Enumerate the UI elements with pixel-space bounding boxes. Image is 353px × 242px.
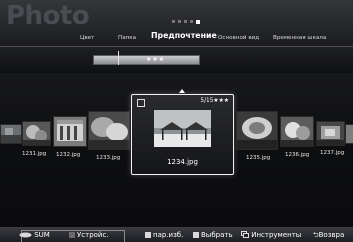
sum-device-icon xyxy=(19,232,32,237)
thumbnail[interactable] xyxy=(345,124,353,144)
page-dot xyxy=(190,20,193,23)
focused-photo xyxy=(154,110,211,147)
tab-folder[interactable]: Папка xyxy=(118,33,136,43)
thumbnail[interactable] xyxy=(280,116,314,147)
thumbnail-label: 1232.jpg xyxy=(56,152,81,158)
page-dot xyxy=(172,20,175,23)
beach-photo-icon xyxy=(154,110,211,147)
up-arrow-icon[interactable] xyxy=(179,89,185,93)
thumbnail[interactable] xyxy=(316,121,345,146)
tab-basic-view[interactable]: Основной вид xyxy=(218,33,259,43)
thumbnail[interactable] xyxy=(0,124,22,144)
photo-thumbnail-icon xyxy=(54,117,86,146)
page-dot-active xyxy=(196,19,200,24)
return-button[interactable]: ⮌Возвра xyxy=(313,230,344,240)
thumbnail[interactable] xyxy=(88,111,130,150)
thumbnail-label: 1233.jpg xyxy=(96,155,121,161)
sort-bar-label: ★★★ xyxy=(146,56,166,63)
photo-thumbnail-icon xyxy=(281,117,313,146)
tab-timeline[interactable]: Временная шкала xyxy=(273,33,326,43)
tab-preference[interactable]: Предпочтение xyxy=(151,31,217,41)
focused-thumbnail-card[interactable]: 5/15★★★ 1234.jpg xyxy=(131,94,234,175)
thumbnail[interactable] xyxy=(236,111,278,150)
select-button[interactable]: Выбрать xyxy=(193,230,233,240)
page-dot xyxy=(184,20,187,23)
thumbnail-label: 1237.jpg xyxy=(320,150,345,156)
screen: Photo Цвет Папка Предпочтение Основной в… xyxy=(0,0,353,242)
photo-thumbnail-icon xyxy=(346,125,353,143)
device-label: Устройс. xyxy=(77,231,109,239)
select-checkbox[interactable] xyxy=(137,99,145,107)
tools-button[interactable]: Инструменты xyxy=(241,230,301,240)
photo-thumbnail-icon xyxy=(317,122,344,145)
select-page-label: пар.изб. xyxy=(153,231,184,239)
select-label: Выбрать xyxy=(201,231,233,239)
device-button[interactable]: Устройс. xyxy=(69,230,109,240)
tab-color[interactable]: Цвет xyxy=(80,33,94,43)
device-icon xyxy=(69,231,75,238)
thumbnail-label: 1231.jpg xyxy=(22,151,47,157)
page-dot xyxy=(178,20,181,23)
thumbnail-label: 1235.jpg xyxy=(246,155,271,161)
focused-filename: 1234.jpg xyxy=(167,158,198,166)
yellow-key-icon xyxy=(193,231,199,238)
select-page-button[interactable]: пар.изб. xyxy=(145,230,183,240)
sort-marker xyxy=(118,51,119,65)
thumbnail[interactable] xyxy=(53,116,87,147)
thumbnail[interactable] xyxy=(22,121,51,146)
tools-icon xyxy=(241,230,249,238)
app-title: Photo xyxy=(6,1,90,31)
photo-thumbnail-icon xyxy=(23,122,50,145)
photo-thumbnail-icon xyxy=(89,112,129,149)
sum-button[interactable]: SUM xyxy=(19,230,50,240)
photo-thumbnail-icon xyxy=(1,125,21,143)
tools-label: Инструменты xyxy=(251,231,302,239)
return-label: Возвра xyxy=(318,231,345,239)
blue-key-icon xyxy=(145,231,151,238)
photo-thumbnail-icon xyxy=(237,112,277,149)
thumbnail-label: 1236.jpg xyxy=(285,152,310,158)
rating-label: 5/15★★★ xyxy=(200,98,229,104)
sum-label: SUM xyxy=(34,231,50,239)
